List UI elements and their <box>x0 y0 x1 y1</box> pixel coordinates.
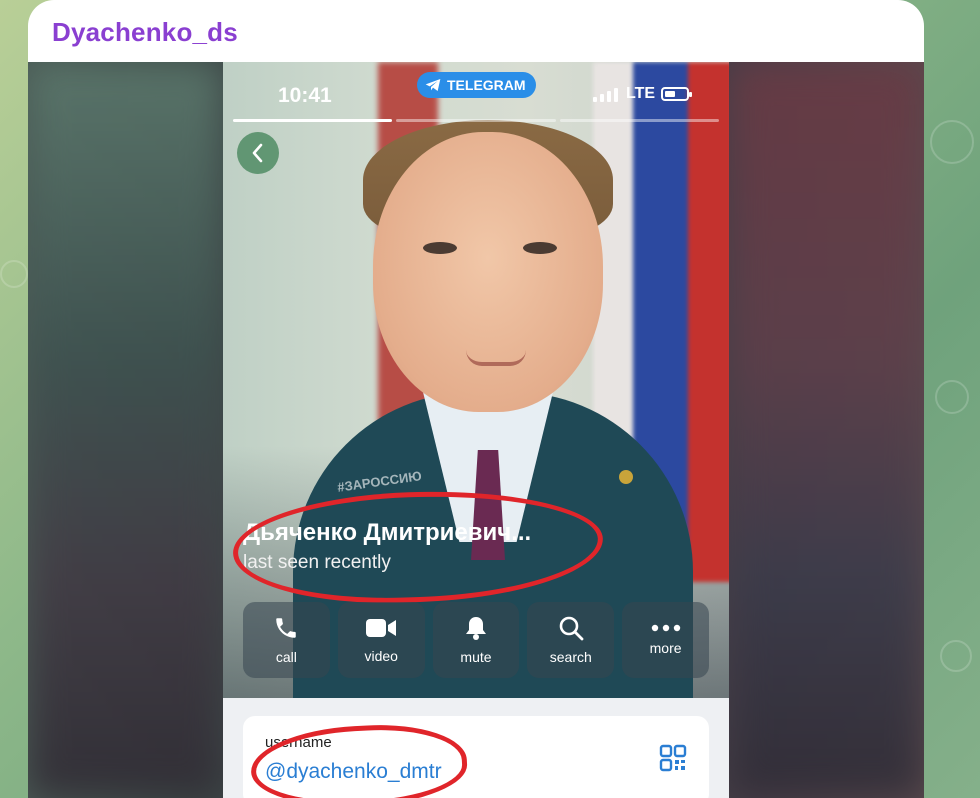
telegram-badge-label: TELEGRAM <box>447 77 526 93</box>
more-dots-icon <box>651 624 680 632</box>
video-label: video <box>364 648 398 664</box>
mute-button[interactable]: mute <box>432 602 520 678</box>
image-blur-right <box>730 62 924 798</box>
image-blur-left <box>28 62 222 798</box>
background-doodle <box>940 640 972 672</box>
message-image[interactable]: #ЗАРОССИЮ 10:41 TELEGRAM LTE Дьяченко Дм… <box>28 62 924 798</box>
search-label: search <box>549 649 592 665</box>
lapel-pin <box>619 470 633 484</box>
search-icon <box>559 616 584 641</box>
chevron-left-icon <box>252 143 263 163</box>
back-button[interactable] <box>237 132 279 174</box>
status-time: 10:41 <box>278 84 332 107</box>
search-button[interactable]: search <box>527 602 615 678</box>
bell-icon <box>465 617 486 640</box>
phone-icon <box>276 618 297 638</box>
background-doodle <box>935 380 969 414</box>
call-button[interactable]: call <box>243 602 330 678</box>
left-eye <box>423 242 457 254</box>
background-doodle <box>0 260 28 288</box>
status-bar: 10:41 TELEGRAM LTE <box>223 62 729 112</box>
battery-icon <box>661 87 692 101</box>
mouth <box>466 350 526 366</box>
profile-actions: call video mute search more <box>243 602 709 678</box>
face <box>373 132 603 412</box>
phone-screenshot: #ЗАРОССИЮ 10:41 TELEGRAM LTE Дьяченко Дм… <box>223 62 729 798</box>
signal-icon <box>593 88 618 102</box>
photo-progress-bars <box>233 119 719 122</box>
call-label: call <box>275 649 297 665</box>
video-camera-icon <box>366 619 397 637</box>
message-card: Dyachenko_ds #ЗАРОССИЮ 10:41 TELEGRAM LT… <box>28 0 924 798</box>
right-eye <box>523 242 557 254</box>
telegram-badge: TELEGRAM <box>417 72 536 98</box>
network-label: LTE <box>626 85 656 102</box>
background-doodle <box>930 120 974 164</box>
mute-label: mute <box>460 649 492 665</box>
more-button[interactable]: more <box>622 602 709 678</box>
sender-name[interactable]: Dyachenko_ds <box>52 17 238 48</box>
qr-code-icon[interactable] <box>659 744 687 772</box>
telegram-plane-icon <box>425 79 441 91</box>
video-button[interactable]: video <box>337 602 425 678</box>
more-label: more <box>649 640 682 656</box>
